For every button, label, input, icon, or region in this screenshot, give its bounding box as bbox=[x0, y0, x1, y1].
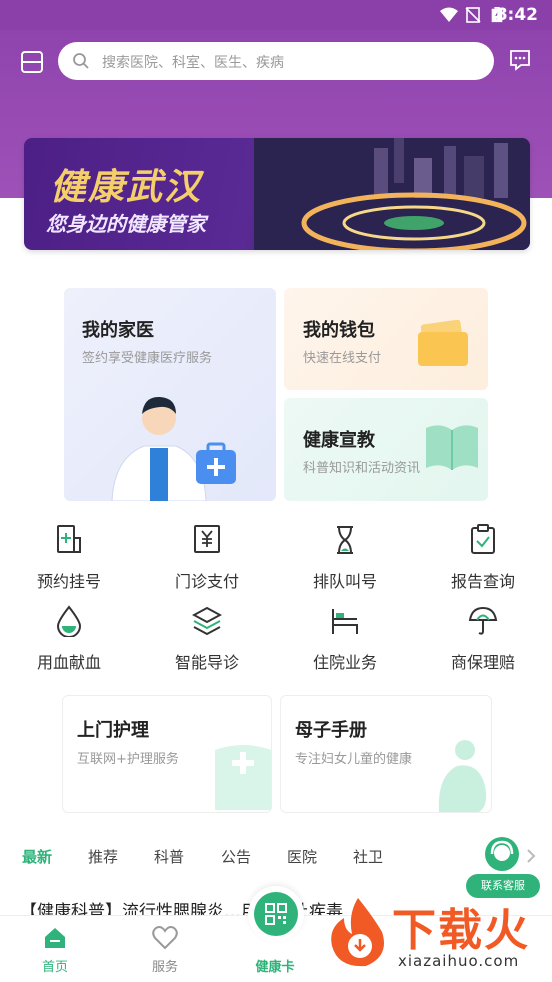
nav-home[interactable]: 首页 bbox=[20, 922, 90, 978]
health-education-card[interactable]: 健康宣教 科普知识和活动资讯 bbox=[284, 398, 488, 501]
grid-item-guide[interactable]: 智能导诊 bbox=[138, 605, 276, 685]
qr-fab[interactable] bbox=[248, 886, 304, 942]
tab-community[interactable]: 社卫 bbox=[353, 846, 383, 867]
headset-icon bbox=[485, 837, 519, 871]
card-subtitle: 签约享受健康医疗服务 bbox=[82, 351, 213, 366]
home-care-card[interactable]: 上门护理 互联网+护理服务 bbox=[62, 695, 272, 813]
card-subtitle: 互联网+护理服务 bbox=[77, 752, 179, 767]
hourglass-icon bbox=[337, 526, 353, 554]
wallet-icon bbox=[418, 320, 468, 366]
card-title: 上门护理 bbox=[77, 720, 149, 741]
scan-icon[interactable] bbox=[20, 50, 44, 74]
blood-drop-icon bbox=[56, 605, 82, 637]
tab-hospital[interactable]: 医院 bbox=[287, 846, 317, 867]
card-subtitle: 快速在线支付 bbox=[303, 351, 382, 366]
family-doctor-card[interactable]: 我的家医 签约享受健康医疗服务 bbox=[64, 288, 276, 501]
grid-label: 用血献血 bbox=[36, 653, 101, 672]
umbrella-icon bbox=[468, 606, 498, 635]
maternal-card[interactable]: 母子手册 专注妇女儿童的健康 bbox=[280, 695, 492, 813]
book-icon bbox=[426, 425, 478, 470]
grid-item-insurance[interactable]: 商保理赔 bbox=[414, 605, 552, 685]
card-title: 母子手册 bbox=[295, 720, 367, 741]
grid-item-blood[interactable]: 用血献血 bbox=[0, 605, 138, 685]
wallet-card[interactable]: 我的钱包 快速在线支付 bbox=[284, 288, 488, 390]
city-skyline-image bbox=[254, 138, 530, 250]
tab-notice[interactable]: 公告 bbox=[221, 846, 251, 867]
nav-label: 首页 bbox=[41, 960, 68, 975]
banner-subtitle: 您身边的健康管家 bbox=[46, 212, 206, 236]
watermark: 下载火 xiazaihuo.com bbox=[320, 888, 552, 981]
card-subtitle: 专注妇女儿童的健康 bbox=[295, 752, 413, 767]
nurse-cap-icon bbox=[215, 745, 271, 810]
no-sim-icon bbox=[465, 7, 481, 23]
grid-label: 门诊支付 bbox=[174, 572, 239, 591]
grid-label: 住院业务 bbox=[312, 653, 377, 672]
watermark-domain: xiazaihuo.com bbox=[398, 952, 520, 970]
card-title: 健康宣教 bbox=[303, 430, 375, 451]
hospital-bed-icon bbox=[332, 609, 358, 634]
payment-icon bbox=[194, 525, 220, 553]
card-title: 我的钱包 bbox=[303, 320, 375, 341]
watermark-text: 下载火 bbox=[392, 905, 530, 956]
grid-label: 排队叫号 bbox=[312, 572, 377, 591]
wifi-icon bbox=[440, 7, 458, 22]
register-icon bbox=[57, 525, 81, 553]
search-placeholder: 搜索医院、科室、医生、疾病 bbox=[102, 55, 284, 71]
layers-icon bbox=[192, 606, 222, 636]
grid-item-report[interactable]: 报告查询 bbox=[414, 524, 552, 604]
nav-service[interactable]: 服务 bbox=[130, 922, 200, 978]
nav-label: 服务 bbox=[151, 960, 178, 975]
card-subtitle: 科普知识和活动资讯 bbox=[303, 461, 421, 476]
card-title: 我的家医 bbox=[82, 320, 154, 341]
status-bar: 8:42 bbox=[0, 0, 552, 30]
flame-logo-icon bbox=[331, 898, 384, 967]
grid-label: 智能导诊 bbox=[174, 653, 239, 672]
heart-icon bbox=[152, 926, 178, 950]
search-icon bbox=[73, 53, 89, 69]
tab-latest[interactable]: 最新 bbox=[22, 846, 52, 867]
clock: 8:42 bbox=[495, 5, 538, 25]
message-icon[interactable] bbox=[508, 48, 532, 72]
banner-title: 健康武汉 bbox=[50, 167, 203, 208]
promo-banner[interactable]: 健康武汉 您身边的健康管家 bbox=[24, 138, 530, 250]
clipboard-icon bbox=[471, 524, 495, 554]
qr-code-icon bbox=[265, 903, 287, 925]
grid-item-queue[interactable]: 排队叫号 bbox=[276, 524, 414, 604]
grid-item-register[interactable]: 预约挂号 bbox=[0, 524, 138, 604]
grid-label: 报告查询 bbox=[450, 572, 515, 591]
grid-item-inpatient[interactable]: 住院业务 bbox=[276, 605, 414, 685]
mother-baby-icon bbox=[438, 740, 487, 812]
home-icon bbox=[45, 928, 65, 948]
tab-science[interactable]: 科普 bbox=[154, 846, 184, 867]
tab-recommend[interactable]: 推荐 bbox=[88, 846, 118, 867]
grid-label: 预约挂号 bbox=[36, 572, 101, 591]
doctor-illustration-icon bbox=[111, 396, 236, 501]
search-input[interactable]: 搜索医院、科室、医生、疾病 bbox=[58, 42, 494, 80]
nav-label: 健康卡 bbox=[255, 960, 295, 975]
grid-label: 商保理赔 bbox=[450, 653, 515, 672]
grid-item-payment[interactable]: 门诊支付 bbox=[138, 524, 276, 604]
